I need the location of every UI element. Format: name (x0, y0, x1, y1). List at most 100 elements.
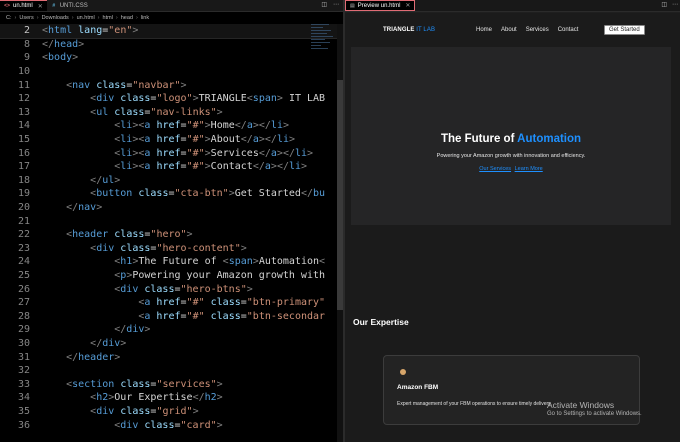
code-text[interactable]: <header class="hero"> (36, 229, 192, 240)
code-text[interactable]: <a href="#" class="btn-primary" (36, 297, 325, 308)
line-number: 28 (17, 310, 30, 322)
code-line[interactable]: 34 <h2>Our Expertise</h2> (0, 391, 343, 405)
code-text[interactable]: <ul class="nav-links"> (36, 107, 223, 118)
code-line[interactable]: 11 <nav class="navbar"> (0, 78, 343, 92)
line-number: 21 (17, 215, 30, 227)
code-line[interactable]: 8 </head> (0, 38, 343, 52)
breadcrumb-item[interactable]: head (121, 15, 133, 21)
close-icon[interactable]: ✕ (405, 2, 410, 9)
line-number: 26 (17, 283, 30, 295)
code-line[interactable]: 12 <div class="logo">TRIANGLE<span> IT L… (0, 92, 343, 106)
code-line[interactable]: 2 <html lang="en"> (0, 24, 343, 39)
line-number: 30 (17, 337, 30, 349)
line-number: 20 (17, 202, 30, 214)
nav-link-home[interactable]: Home (476, 27, 492, 33)
code-line[interactable]: 13 <ul class="nav-links"> (0, 106, 343, 120)
code-text[interactable]: <div class="hero-btns"> (36, 284, 253, 295)
more-icon[interactable]: ⋯ (672, 1, 678, 8)
breadcrumb-item[interactable]: Users (19, 15, 33, 21)
code-line[interactable]: 14 <li><a href="#">Home</a></li> (0, 119, 343, 133)
navbar: TRIANGLE IT LAB Home About Services Cont… (345, 25, 680, 39)
code-line[interactable]: 9 <body> (0, 51, 343, 65)
preview-icon: ▤ (350, 2, 355, 9)
code-line[interactable]: 15 <li><a href="#">About</a></li> (0, 133, 343, 147)
code-line[interactable]: 17 <li><a href="#">Contact</a></li> (0, 160, 343, 174)
code-text[interactable]: <li><a href="#">Home</a></li> (36, 120, 289, 131)
code-text[interactable]: <h1>The Future of <span>Automation< (36, 256, 325, 267)
get-started-button[interactable]: Get Started (604, 25, 645, 35)
our-services-link[interactable]: Our Services (479, 166, 511, 172)
line-number: 13 (17, 106, 30, 118)
code-text[interactable]: <button class="cta-btn">Get Started</bu (36, 188, 325, 199)
line-number: 10 (17, 66, 30, 78)
breadcrumb-item[interactable]: link (141, 15, 149, 21)
breadcrumb-item[interactable]: un.html (77, 15, 95, 21)
learn-more-link[interactable]: Learn More (515, 166, 543, 172)
code-line[interactable]: 36 <div class="card"> (0, 418, 343, 432)
code-line[interactable]: 21 (0, 214, 343, 228)
code-text[interactable]: <div class="logo">TRIANGLE<span> IT LAB (36, 93, 325, 104)
code-line[interactable]: 29 </div> (0, 323, 343, 337)
code-line[interactable]: 35 <div class="grid"> (0, 405, 343, 419)
code-text[interactable]: <body> (36, 52, 78, 63)
code-line[interactable]: 28 <a href="#" class="btn-secondar (0, 309, 343, 323)
code-line[interactable]: 27 <a href="#" class="btn-primary" (0, 296, 343, 310)
code-text[interactable]: </div> (36, 338, 126, 349)
code-text[interactable]: <div class="grid"> (36, 406, 198, 417)
code-line[interactable]: 16 <li><a href="#">Services</a></li> (0, 146, 343, 160)
code-text[interactable]: <li><a href="#">About</a></li> (36, 134, 295, 145)
code-text[interactable]: <div class="hero-content"> (36, 243, 247, 254)
line-number: 34 (17, 392, 30, 404)
code-line[interactable]: 22 <header class="hero"> (0, 228, 343, 242)
code-line[interactable]: 25 <p>Powering your Amazon growth with (0, 269, 343, 283)
split-editor-icon[interactable]: ◫ (661, 1, 667, 8)
code-editor[interactable]: <> un.html ✕ # UNTI.CSS ◫ ⋯ C: › Users › Dow… (0, 0, 343, 442)
code-text[interactable]: </ul> (36, 175, 120, 186)
code-line[interactable]: 24 <h1>The Future of <span>Automation< (0, 255, 343, 269)
code-text[interactable]: <div class="card"> (36, 420, 222, 431)
code-text[interactable]: <h2>Our Expertise</h2> (36, 392, 223, 403)
code-text[interactable]: <p>Powering your Amazon growth with (36, 270, 325, 281)
tab-preview[interactable]: ▤ Preview un.html ✕ (345, 0, 416, 11)
code-line[interactable]: 20 </nav> (0, 201, 343, 215)
code-text[interactable]: <html lang="en"> (36, 25, 138, 36)
code-text[interactable]: </div> (36, 324, 150, 335)
nav-link-contact[interactable]: Contact (558, 27, 579, 33)
code-line[interactable]: 30 </div> (0, 337, 343, 351)
code-text[interactable]: <a href="#" class="btn-secondar (36, 311, 325, 322)
code-line[interactable]: 33 <section class="services"> (0, 377, 343, 391)
breadcrumb-item[interactable]: html (103, 15, 113, 21)
nav-link-services[interactable]: Services (526, 27, 549, 33)
logo[interactable]: TRIANGLE IT LAB (383, 27, 435, 33)
code-line[interactable]: 31 </header> (0, 350, 343, 364)
code-line[interactable]: 10 (0, 65, 343, 79)
code-line[interactable]: 19 <button class="cta-btn">Get Started</… (0, 187, 343, 201)
close-icon[interactable]: ✕ (38, 3, 43, 10)
code-line[interactable]: 32 (0, 364, 343, 378)
code-text[interactable]: </nav> (36, 202, 102, 213)
logo-main: TRIANGLE (383, 27, 415, 33)
hero-title-accent: Automation (517, 133, 582, 145)
breadcrumb-item[interactable]: C: (6, 15, 12, 21)
code-text[interactable]: </head> (36, 39, 84, 50)
code-text[interactable]: <section class="services"> (36, 379, 223, 390)
breadcrumb-item[interactable]: Downloads (42, 15, 69, 21)
line-number: 12 (17, 93, 30, 105)
code-text[interactable]: <nav class="navbar"> (36, 80, 186, 91)
code-line[interactable]: 26 <div class="hero-btns"> (0, 282, 343, 296)
tab-label: UNTI.CSS (59, 2, 88, 9)
code-area[interactable]: 2 <html lang="en"> 8 </head> 9 <body> 10 11 <na… (0, 24, 343, 442)
line-number: 18 (17, 174, 30, 186)
split-editor-icon[interactable]: ◫ (321, 1, 327, 8)
tab-unti-css[interactable]: # UNTI.CSS (47, 0, 92, 11)
code-text[interactable]: <li><a href="#">Contact</a></li> (36, 161, 307, 172)
line-number: 14 (17, 120, 30, 132)
code-text[interactable]: </header> (36, 352, 120, 363)
tab-un-html[interactable]: <> un.html ✕ (0, 0, 47, 11)
code-line[interactable]: 23 <div class="hero-content"> (0, 242, 343, 256)
code-text[interactable]: <li><a href="#">Services</a></li> (36, 148, 313, 159)
minimap[interactable] (311, 24, 335, 64)
nav-link-about[interactable]: About (501, 27, 517, 33)
more-icon[interactable]: ⋯ (333, 1, 339, 8)
code-line[interactable]: 18 </ul> (0, 174, 343, 188)
